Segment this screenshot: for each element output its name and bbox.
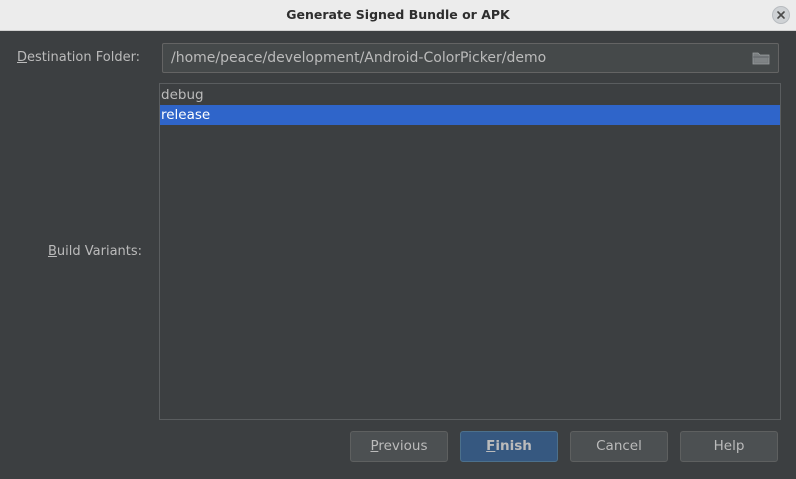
previous-button[interactable]: Previous [350, 431, 448, 462]
build-variants-label-mnemonic: B [48, 244, 57, 259]
help-button[interactable]: Help [680, 431, 778, 462]
destination-folder-label: Destination Folder: [17, 50, 140, 65]
close-button[interactable] [772, 6, 790, 24]
browse-folder-button[interactable] [751, 50, 771, 66]
destination-label-text: estination Folder: [27, 50, 141, 65]
build-variants-list[interactable]: debug release [159, 83, 781, 420]
destination-label-mnemonic: D [17, 50, 28, 65]
destination-folder-field[interactable]: /home/peace/development/Android-ColorPic… [162, 43, 779, 73]
previous-label: revious [378, 438, 428, 454]
title-bar: Generate Signed Bundle or APK [0, 0, 796, 31]
window-title: Generate Signed Bundle or APK [286, 7, 510, 22]
close-icon [777, 11, 785, 19]
build-variants-label: Build Variants: [48, 244, 142, 259]
finish-label: inish [495, 438, 532, 454]
folder-icon [752, 52, 770, 65]
finish-button[interactable]: Finish [460, 431, 558, 462]
generate-signed-bundle-dialog: Generate Signed Bundle or APK Destinatio… [0, 0, 796, 479]
build-variant-debug[interactable]: debug [160, 85, 780, 105]
build-variant-release[interactable]: release [160, 105, 780, 125]
build-variants-label-text: uild Variants: [56, 244, 143, 259]
finish-mnemonic: F [486, 438, 496, 454]
cancel-button[interactable]: Cancel [570, 431, 668, 462]
destination-folder-value[interactable]: /home/peace/development/Android-ColorPic… [171, 50, 546, 66]
